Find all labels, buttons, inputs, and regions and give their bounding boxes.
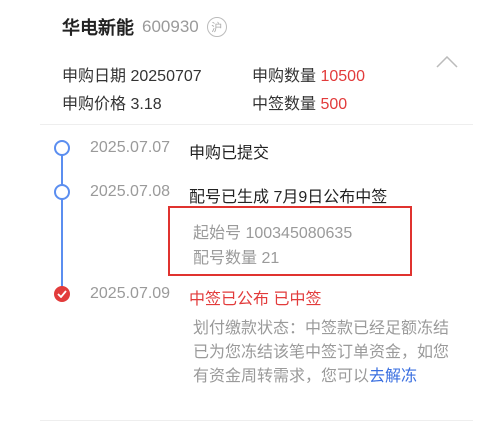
allocation-count: 配号数量 21	[193, 250, 280, 267]
timeline-status: 中签已公布 已中签	[189, 291, 322, 308]
payment-note: 划付缴款状态：中签款已经足额冻结 已为您冻结该笔中签订单资金，如您有资金周转需求…	[193, 317, 455, 389]
timeline-node-won	[54, 286, 70, 302]
market-badge: 沪	[206, 17, 227, 37]
chevron-up-icon[interactable]	[436, 56, 458, 68]
start-number: 起始号 100345080635	[193, 225, 353, 242]
divider	[40, 420, 473, 421]
timeline-node-allocated	[54, 184, 70, 200]
subscribe-date-value: 20250707	[130, 68, 202, 85]
payment-hint-text: 已为您冻结该笔中签订单资金，如您有资金周转需求，您可以去解冻	[193, 341, 455, 389]
timeline-status: 配号已生成 7月9日公布中签	[189, 189, 388, 206]
timeline-date: 2025.07.09	[90, 285, 171, 302]
subscribe-qty-label: 申购数量	[252, 68, 317, 85]
subscribe-date: 申购日期 20250707	[62, 62, 202, 86]
won-qty-value: 500	[320, 96, 348, 113]
payment-status-text: 划付缴款状态：中签款已经足额冻结	[193, 320, 450, 337]
checkmark-icon	[57, 290, 67, 298]
timeline-line	[61, 152, 63, 294]
timeline-date: 2025.07.08	[90, 183, 171, 200]
subscribe-qty-value: 10500	[320, 68, 365, 85]
divider	[40, 124, 473, 125]
won-qty-label: 中签数量	[252, 96, 317, 113]
subscribe-quantity: 申购数量 10500	[252, 62, 365, 86]
timeline-date: 2025.07.07	[90, 139, 171, 156]
timeline-status: 申购已提交	[189, 145, 270, 162]
unfreeze-link[interactable]: 去解冻	[369, 368, 417, 385]
won-quantity: 中签数量 500	[252, 90, 347, 114]
subscribe-date-label: 申购日期	[62, 68, 127, 85]
stock-code: 600930	[142, 17, 199, 36]
stock-name: 华电新能	[62, 18, 134, 38]
price-label: 申购价格	[62, 96, 127, 113]
timeline-node-submitted	[54, 140, 70, 156]
subscribe-price: 申购价格 3.18	[62, 90, 162, 114]
ipo-subscription-card: 华电新能 600930 沪 申购日期 20250707 申购数量 10500 申…	[0, 0, 493, 426]
stock-title: 华电新能 600930 沪	[62, 12, 227, 42]
price-value: 3.18	[130, 96, 162, 113]
